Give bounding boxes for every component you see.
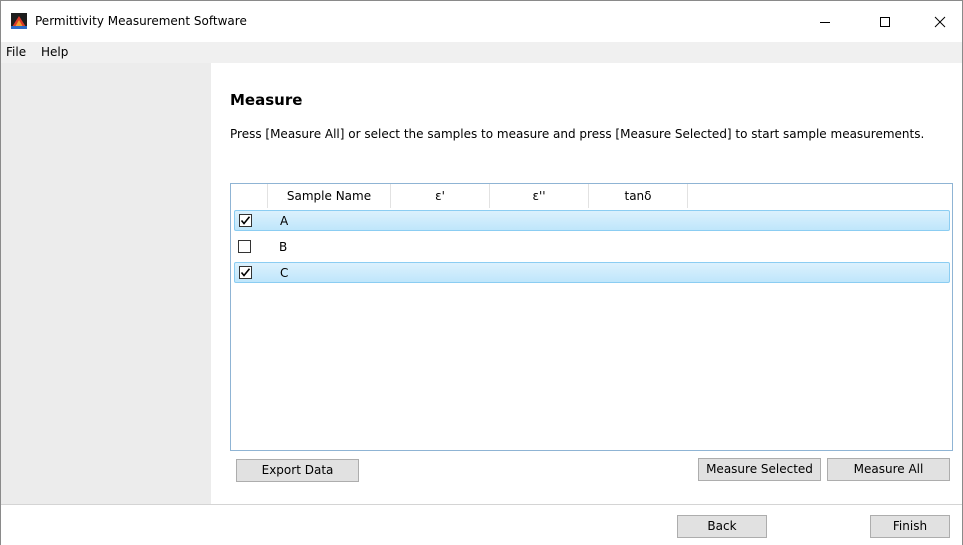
menu-help[interactable]: Help [41,45,68,59]
sample-list[interactable]: Sample Name ε' ε'' tanδ A B C [230,183,953,451]
close-icon [934,16,946,27]
app-window: Permittivity Measurement Software File H… [0,0,963,545]
page-title: Measure [230,91,303,109]
main-content: Measure Press [Measure All] or select th… [211,63,962,504]
row-checkbox[interactable] [238,240,251,253]
minimize-icon [820,21,830,23]
export-data-button[interactable]: Export Data [236,459,359,482]
table-row[interactable]: C [234,262,950,283]
app-icon [11,13,27,29]
sidebar [1,63,211,504]
table-row[interactable]: A [234,210,950,231]
measure-selected-button[interactable]: Measure Selected [698,458,821,481]
title-bar[interactable]: Permittivity Measurement Software [1,1,962,42]
table-row[interactable]: B [234,237,950,258]
checkmark-icon [240,268,251,277]
back-button[interactable]: Back [677,515,767,538]
row-checkbox[interactable] [239,266,252,279]
column-header-epsilon-real[interactable]: ε' [391,184,490,208]
row-checkbox[interactable] [239,214,252,227]
column-header-sample-name[interactable]: Sample Name [268,184,391,208]
minimize-button[interactable] [802,1,848,42]
sample-name-cell: B [279,240,288,254]
column-header-epsilon-imag[interactable]: ε'' [490,184,589,208]
instructions-text: Press [Measure All] or select the sample… [230,127,925,141]
maximize-icon [880,16,890,27]
menu-file[interactable]: File [6,45,26,59]
column-header-tan-delta[interactable]: tanδ [589,184,688,208]
measure-all-button[interactable]: Measure All [827,458,950,481]
checkmark-icon [240,216,251,225]
header-checkbox-column[interactable] [231,184,268,208]
maximize-button[interactable] [862,1,908,42]
menu-bar: File Help [1,42,962,63]
sample-name-cell: A [280,214,289,228]
sample-name-cell: C [280,266,289,280]
footer-bar: Back Finish [1,504,962,545]
close-button[interactable] [917,1,963,42]
finish-button[interactable]: Finish [870,515,950,538]
window-title: Permittivity Measurement Software [35,14,247,28]
list-header: Sample Name ε' ε'' tanδ [231,184,952,208]
